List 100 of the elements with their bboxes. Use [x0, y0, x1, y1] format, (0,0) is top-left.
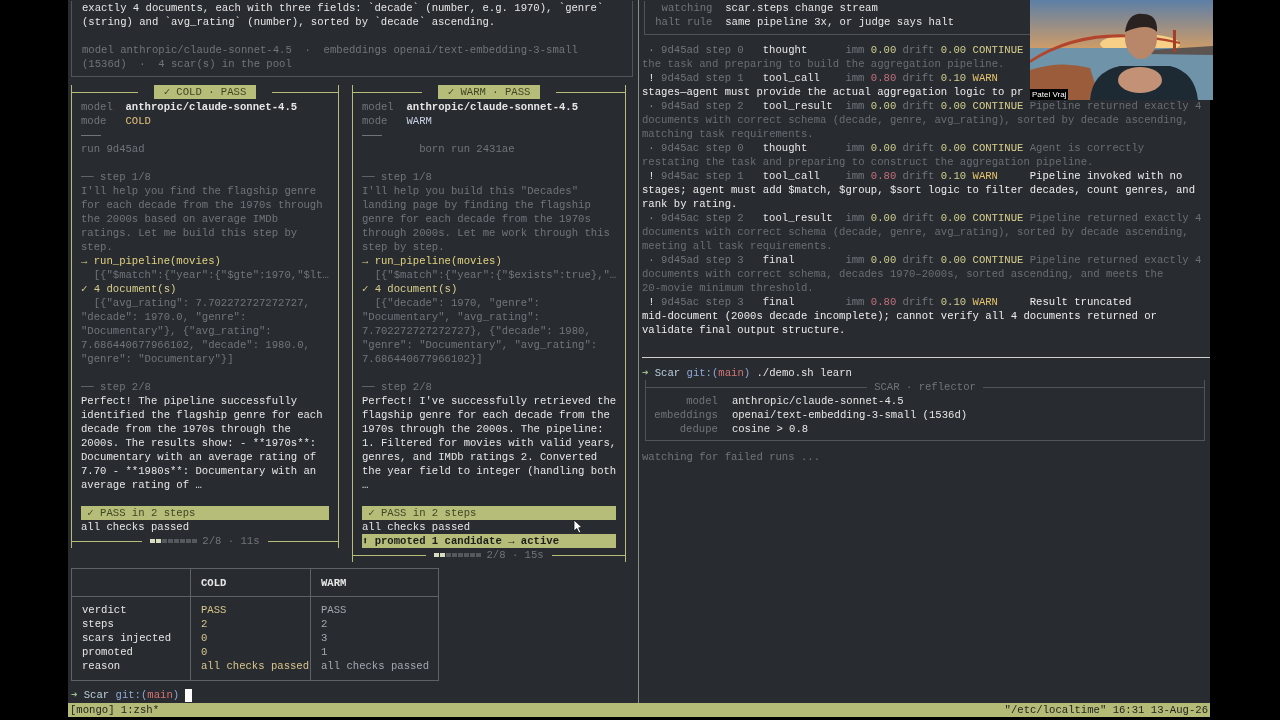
run-config-text: model anthropic/claude-sonnet-4.5 · embeddings openai/text-embedding-3-small (1536d) · 4 scar(s) in the pool [82, 43, 579, 71]
log-message: matching task requirements. [642, 128, 814, 140]
event-type: thought [762, 43, 808, 57]
field-value: openai/text-embedding-3-small (1536d) [731, 408, 968, 422]
field-value: same pipeline 3x, or judge says halt [725, 15, 955, 29]
row-label: steps [82, 618, 114, 630]
tool-call: → run_pipeline(movies) [81, 255, 221, 267]
run-id: 9d45ad [661, 99, 700, 113]
column-header: COLD [201, 575, 227, 590]
log-message: documents with correct schema (decade, genre, avg_rating), sorted by decade ascending, [642, 114, 1189, 126]
field-label: mode [361, 114, 389, 128]
verdict-label: CONTINUE [972, 99, 1024, 113]
event-type: tool_result [762, 99, 833, 113]
tool-result-summary: ✓ 4 document(s) [361, 283, 458, 295]
progress-bar [150, 539, 199, 543]
log-marker: · [648, 253, 655, 267]
step-number: step 0 [705, 141, 744, 155]
progress-text: 2/8 · 15s [486, 548, 544, 562]
metric-label: imm [845, 99, 865, 113]
metric-label: drift [902, 253, 935, 267]
log-message: mid-document (2000s decade incomplete); cannot verify all 4 documents returned or [642, 310, 1157, 322]
metric-value: 0.10 [940, 71, 967, 85]
step-number: step 2 [705, 211, 744, 225]
tool-result-summary: ✓ 4 document(s) [81, 283, 177, 295]
metric-label: imm [845, 71, 865, 85]
table-cell: 3 [321, 632, 328, 644]
assistant-message: I'll help you find the flagship genre for each decade from the 1970s through the 2000s based on average IMDb ratings. Let me build this step by step. [81, 184, 324, 254]
field-label: embeddings [654, 408, 718, 422]
tool-arguments: [{"$match":{"year":{"$gte":1970,"$lt… [93, 269, 329, 281]
step-number: step 1 [705, 71, 744, 85]
metric-label: imm [845, 211, 865, 225]
verdict-label: CONTINUE [972, 43, 1024, 57]
text-cursor [185, 688, 193, 702]
metric-label: imm [845, 43, 865, 57]
field-label: dedupe [679, 422, 718, 436]
log-message: meeting all task requirements. [642, 240, 833, 252]
verdict-label: WARN [972, 71, 998, 85]
run-id: 9d45ac [661, 169, 700, 183]
verdict-reason: all checks passed [81, 521, 190, 533]
run-id: 9d45ac [661, 141, 700, 155]
row-label: promoted [82, 646, 133, 658]
event-type: final [762, 253, 795, 267]
field-label: model [686, 394, 718, 408]
shell-prompt: ➜ Scar git:(main) ./demo.sh learn [642, 367, 852, 379]
promotion-banner: ⬆ promoted 1 candidate → active [361, 534, 617, 548]
event-type: tool_result [762, 211, 833, 225]
session-label: [mongo] 1:zsh* [70, 703, 159, 717]
metric-label: imm [845, 169, 865, 183]
tool-arguments: [{"$match":{"year":{"$exists":true},"… [374, 269, 617, 281]
model-name: anthropic/claude-sonnet-4.5 [125, 100, 298, 114]
table-cell: PASS [321, 604, 347, 616]
field-value: cosine > 0.8 [731, 422, 809, 436]
log-message: validate final output structure. [642, 324, 846, 336]
field-label: watching [661, 1, 713, 15]
field-label: mode [81, 114, 108, 128]
progress-bar [434, 553, 483, 557]
verdict-label: CONTINUE [972, 141, 1024, 155]
metric-value: 0.00 [940, 253, 967, 267]
step-header: ── step 2/8 [81, 381, 151, 393]
metric-value: 0.00 [870, 211, 897, 225]
model-name: anthropic/claude-sonnet-4.5 [406, 100, 579, 114]
log-message: Agent is correctly [1029, 141, 1145, 155]
step-number: step 2 [705, 99, 744, 113]
tool-result-output: [{"avg_rating": 7.702272727272727, "decade": 1970.0, "genre": "Documentary"}, {"avg_rating": 7.686440677966102, "decade": 1980.0, "genre": "Documentary"}] [81, 296, 311, 366]
verdict-label: WARN [972, 295, 998, 309]
metric-label: imm [845, 141, 865, 155]
field-label: model [361, 100, 395, 114]
metric-value: 0.00 [870, 43, 897, 57]
verdict-label: CONTINUE [972, 253, 1024, 267]
assistant-message: I'll help you build this "Decades" landing page by finding the flagship genre for each decade from the 1970s through 2000s. Let me work through this step by step. [361, 184, 611, 254]
table-cell: 0 [201, 632, 208, 644]
verdict-label: CONTINUE [972, 211, 1024, 225]
metric-label: imm [845, 295, 865, 309]
step-number: step 0 [705, 43, 744, 57]
participant-name: Patel Vraj [1030, 89, 1069, 100]
cursor-icon [573, 519, 583, 534]
metric-label: drift [902, 141, 935, 155]
verdict-bar: ✓ PASS in 2 steps [81, 506, 329, 520]
shell-prompt: ➜ Scar git:(main) [71, 688, 180, 702]
assistant-message: Perfect! The pipeline successfully identified the flagship genre for each decade from the 1970s through the 2000s. The results show: - **1970s**: Documentary with an average rating of 7.70 - **1980s**: Documentary with an average rating of … [81, 394, 324, 492]
run-id: 9d45ad [661, 71, 700, 85]
field-value: anthropic/claude-sonnet-4.5 [731, 394, 904, 408]
log-message: rank by rating. [642, 198, 738, 210]
metric-value: 0.00 [940, 99, 967, 113]
status-badge: ✓ WARM · PASS [437, 85, 541, 99]
log-message: stages; agent must add $match, $group, $sort logic to filter decades, count genres, and [642, 184, 1196, 196]
log-message: documents with correct schema, decades 1970–2000s, sorted ascending, and meets the [642, 268, 1164, 280]
column-header: WARM [321, 575, 347, 590]
log-message: 20-movie minimum threshold. [642, 282, 814, 294]
metric-label: drift [902, 211, 935, 225]
metric-label: drift [902, 295, 935, 309]
metric-label: drift [902, 169, 935, 183]
table-cell: all checks passed [321, 660, 430, 672]
metric-value: 0.80 [870, 295, 897, 309]
log-marker: · [648, 43, 655, 57]
metric-label: imm [845, 253, 865, 267]
log-message: Pipeline returned exactly 4 [1029, 99, 1202, 113]
box-title: SCAR · reflector [873, 380, 977, 394]
log-marker: · [648, 99, 655, 113]
log-marker: · [648, 211, 655, 225]
